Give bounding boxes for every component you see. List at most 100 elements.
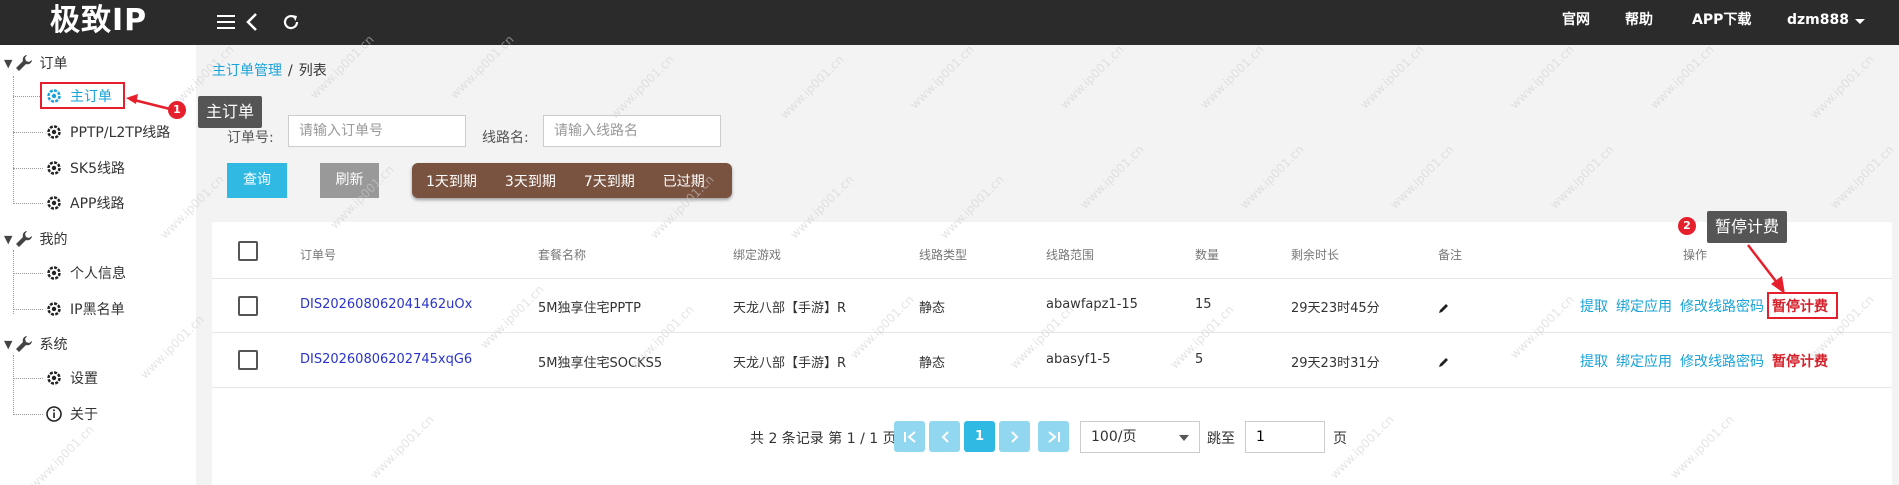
breadcrumb-parent[interactable]: 主订单管理 <box>212 63 282 79</box>
tree-line <box>13 355 14 415</box>
row-package: 5M独享住宅PPTP <box>538 301 641 316</box>
sidebar-item-about[interactable]: 关于 <box>44 402 98 426</box>
back-icon[interactable] <box>238 8 266 36</box>
row-remaining: 29天23时31分 <box>1291 356 1380 371</box>
tree-line <box>13 309 43 310</box>
refresh-icon[interactable] <box>277 8 305 36</box>
sidebar-item-app[interactable]: APP线路 <box>44 191 124 215</box>
order-number-input[interactable] <box>288 115 466 147</box>
sidebar-item-profile[interactable]: 个人信息 <box>44 261 126 285</box>
tree-line <box>13 414 43 415</box>
page-button-current[interactable]: 1 <box>964 421 995 452</box>
gear-icon <box>44 193 64 213</box>
caret-down-icon: ▼ <box>4 56 13 70</box>
pause-billing-link[interactable]: 暂停计费 <box>1772 351 1828 371</box>
header-actions: 操作 <box>1683 248 1708 262</box>
sidebar-item-ip-blacklist[interactable]: IP黑名单 <box>44 297 125 321</box>
next-page-button[interactable] <box>999 421 1030 452</box>
page-size-value: 100/页 <box>1091 429 1137 445</box>
sidebar-item-label: 关于 <box>70 407 98 423</box>
sidebar-item-label: 个人信息 <box>70 266 126 282</box>
table-divider <box>212 332 1892 333</box>
query-button[interactable]: 查询 <box>227 163 287 198</box>
tree-line <box>13 250 14 314</box>
breadcrumb-separator: / <box>288 63 293 79</box>
jump-page-input[interactable] <box>1245 421 1325 453</box>
page-size-select[interactable]: 100/页 <box>1080 421 1200 453</box>
row-order-number[interactable]: DIS202608062041462uOx <box>300 297 472 312</box>
select-all-checkbox[interactable] <box>238 241 258 261</box>
tree-line <box>13 203 43 204</box>
row-checkbox[interactable] <box>238 296 258 316</box>
breadcrumb: 主订单管理 / 列表 <box>212 60 327 80</box>
expired-button[interactable]: 已过期 <box>649 171 719 191</box>
modify-password-link[interactable]: 修改线路密码 <box>1680 351 1764 371</box>
user-menu[interactable]: dzm888 <box>1787 0 1849 45</box>
page-suffix: 页 <box>1333 431 1347 447</box>
sidebar-item-label: 设置 <box>70 371 98 387</box>
last-page-button[interactable] <box>1038 421 1069 452</box>
brand-logo: 极致IP <box>50 3 148 38</box>
sidebar-group-label: 订单 <box>39 56 68 72</box>
line-name-input[interactable] <box>543 115 721 147</box>
tree-line <box>13 273 43 274</box>
nav-help-link[interactable]: 帮助 <box>1625 0 1653 45</box>
table-divider <box>212 387 1892 388</box>
sidebar-item-pptp[interactable]: PPTP/L2TP线路 <box>44 120 170 144</box>
annotation-tooltip: 暂停计费 <box>1707 211 1788 243</box>
sidebar-group-label: 系统 <box>39 337 68 353</box>
row-package: 5M独享住宅SOCKS5 <box>538 356 663 371</box>
row-order-number[interactable]: DIS20260806202745xqG6 <box>300 352 472 367</box>
row-checkbox[interactable] <box>238 350 258 370</box>
sidebar-item-label: PPTP/L2TP线路 <box>70 125 171 141</box>
expire-7day-button[interactable]: 7天到期 <box>570 171 649 191</box>
edit-pencil-icon[interactable] <box>1438 302 1450 314</box>
modify-password-link[interactable]: 修改线路密码 <box>1680 296 1764 316</box>
sidebar-item-label: APP线路 <box>70 196 125 212</box>
top-bar: 极致IP 官网 帮助 APP下载 dzm888 <box>0 0 1899 45</box>
bind-app-link[interactable]: 绑定应用 <box>1616 296 1672 316</box>
chevron-left-icon <box>941 430 949 443</box>
breadcrumb-current: 列表 <box>298 63 327 79</box>
caret-down-icon <box>1179 435 1189 441</box>
header-order-number: 订单号 <box>300 248 337 262</box>
gear-icon <box>44 368 64 388</box>
gear-icon <box>44 158 64 178</box>
first-page-icon <box>903 430 916 443</box>
header-package: 套餐名称 <box>538 248 587 262</box>
refresh-button[interactable]: 刷新 <box>320 163 379 198</box>
sidebar-item-sk5[interactable]: SK5线路 <box>44 156 125 180</box>
prev-page-button[interactable] <box>929 421 960 452</box>
menu-icon[interactable] <box>212 8 240 36</box>
row-game: 天龙八部【手游】R <box>733 356 847 371</box>
tree-line <box>13 378 43 379</box>
pagination-summary: 共 2 条记录 第 1 / 1 页 <box>750 431 897 447</box>
sidebar-group-orders[interactable]: ▼ 订单 <box>4 52 67 74</box>
expire-1day-button[interactable]: 1天到期 <box>412 171 491 191</box>
sidebar-item-settings[interactable]: 设置 <box>44 366 98 390</box>
last-page-icon <box>1047 430 1060 443</box>
header-remark: 备注 <box>1438 248 1463 262</box>
user-dropdown-icon[interactable] <box>1846 8 1874 36</box>
row-line-type: 静态 <box>919 356 946 371</box>
header-game: 绑定游戏 <box>733 248 782 262</box>
info-icon <box>44 404 64 424</box>
expire-filter-group: 1天到期 3天到期 7天到期 已过期 <box>412 163 732 198</box>
first-page-button[interactable] <box>894 421 925 452</box>
edit-pencil-icon[interactable] <box>1438 356 1450 368</box>
row-line-range: abasyf1-5 <box>1046 352 1111 367</box>
sidebar-group-system[interactable]: ▼ 系统 <box>4 333 67 355</box>
bind-app-link[interactable]: 绑定应用 <box>1616 351 1672 371</box>
header-quantity: 数量 <box>1195 248 1220 262</box>
extract-link[interactable]: 提取 <box>1580 351 1608 371</box>
wrench-icon <box>15 54 33 72</box>
sidebar-group-mine[interactable]: ▼ 我的 <box>4 228 67 250</box>
row-line-type: 静态 <box>919 301 946 316</box>
extract-link[interactable]: 提取 <box>1580 296 1608 316</box>
expire-3day-button[interactable]: 3天到期 <box>491 171 570 191</box>
annotation-badge: 1 <box>168 101 186 119</box>
nav-site-link[interactable]: 官网 <box>1562 0 1590 45</box>
nav-app-download-link[interactable]: APP下载 <box>1692 0 1751 45</box>
gear-icon <box>44 122 64 142</box>
annotation-badge: 2 <box>1678 217 1696 235</box>
